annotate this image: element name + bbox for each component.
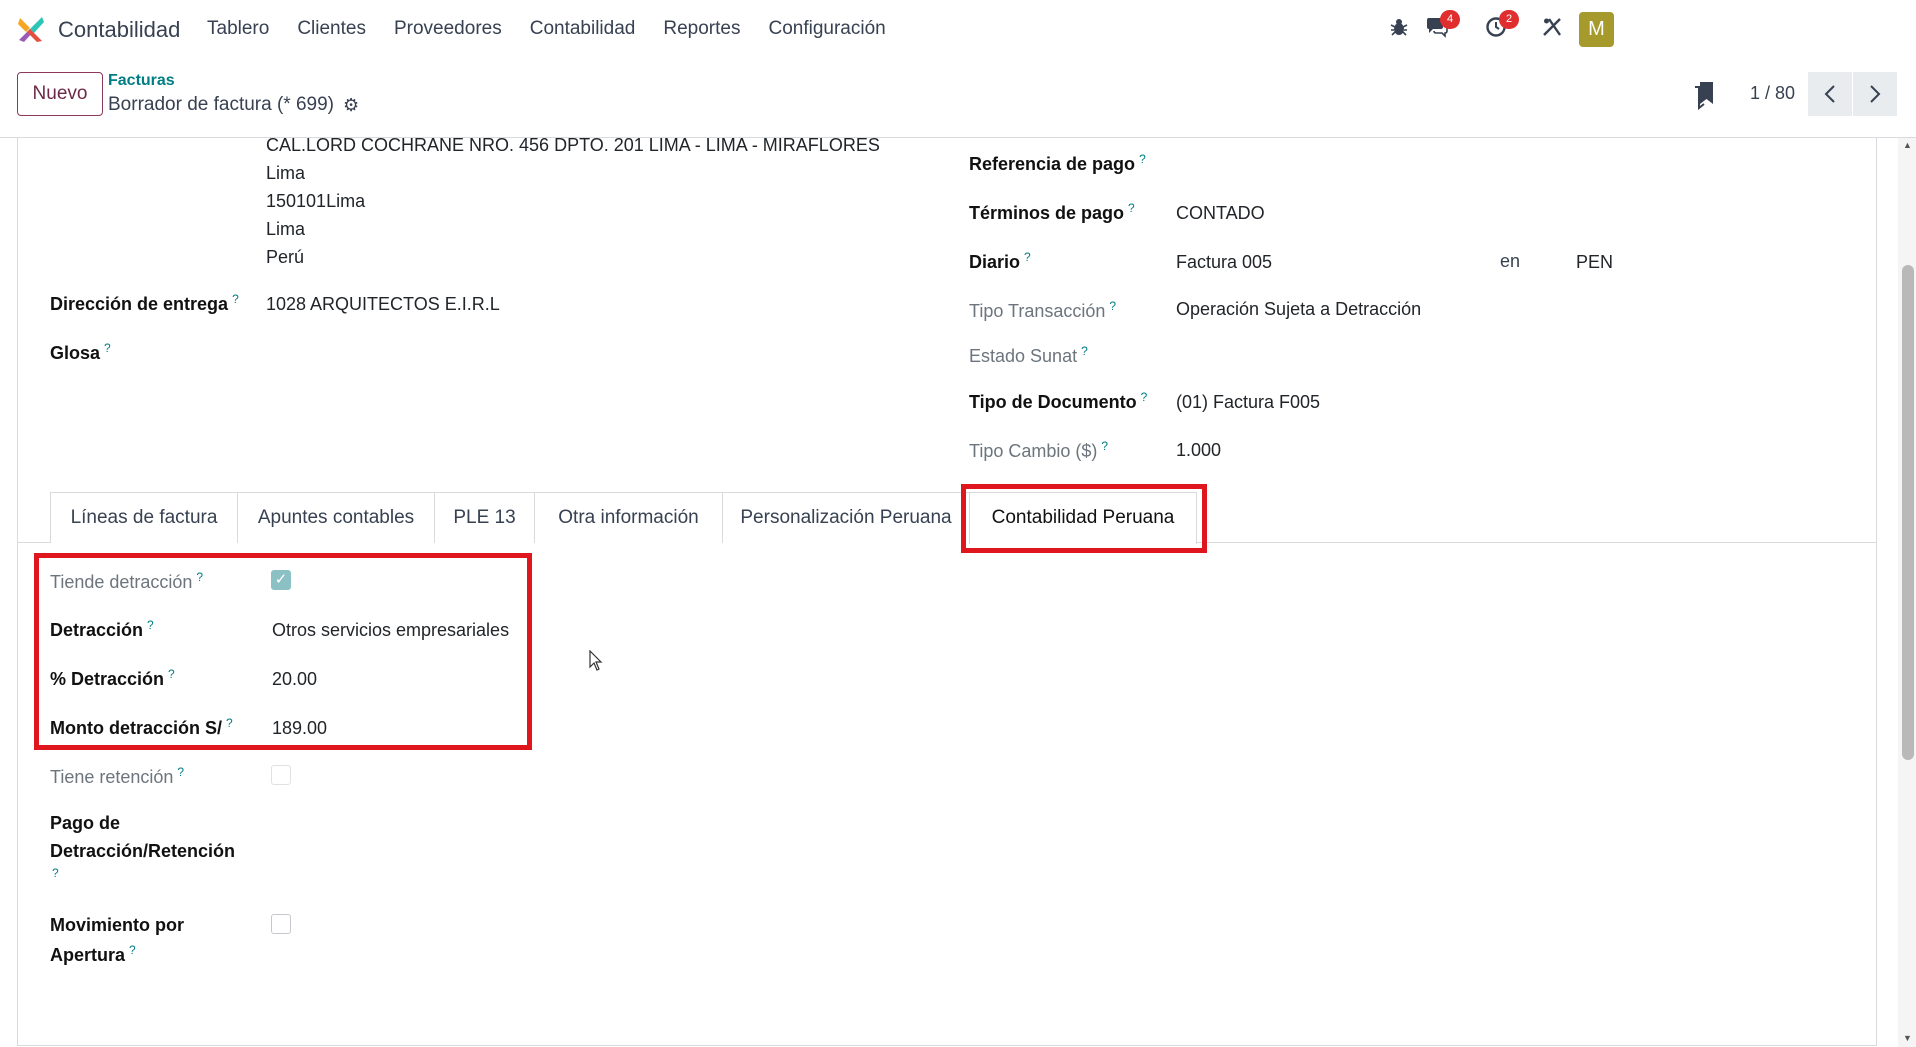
payment-detraction-label-line2: Detracción/Retención — [50, 841, 236, 861]
delivery-address-value[interactable]: 1028 ARQUITECTOS E.I.R.L — [266, 294, 500, 315]
detraction-highlight-box — [34, 553, 532, 750]
accounting-app-logo[interactable] — [16, 14, 46, 44]
address-line-country: Perú — [266, 247, 305, 267]
gear-icon[interactable]: ⚙ — [343, 95, 363, 115]
main-menu: Tablero Clientes Proveedores Contabilida… — [207, 18, 914, 40]
messages-badge: 4 — [1440, 10, 1460, 29]
pager-previous-chevron-left-icon[interactable] — [1808, 72, 1852, 116]
control-panel: Nuevo Facturas Borrador de factura (* 69… — [0, 58, 1916, 138]
debug-bug-icon[interactable] — [1386, 16, 1412, 42]
payment-reference-label: Referencia de pago? — [969, 152, 1146, 174]
transaction-type-value[interactable]: Operación Sujeta a Detracción — [1176, 299, 1421, 320]
exchange-rate-value[interactable]: 1.000 — [1176, 440, 1221, 461]
delivery-address-label: Dirección de entrega? — [50, 292, 239, 314]
address-line-city: Lima — [266, 163, 306, 183]
tab-highlight-box — [961, 484, 1207, 553]
menu-configuracion[interactable]: Configuración — [768, 18, 885, 40]
tools-icon[interactable] — [1539, 16, 1565, 42]
app-name[interactable]: Contabilidad — [58, 17, 180, 43]
messages-chat-icon[interactable]: 4 — [1424, 10, 1460, 42]
tab-personalizacion-peruana[interactable]: Personalización Peruana — [722, 492, 970, 543]
opening-move-label-line2: Apertura? — [50, 943, 136, 965]
journal-value[interactable]: Factura 005 — [1176, 252, 1272, 273]
tab-otra-informacion[interactable]: Otra información — [534, 492, 723, 543]
currency-value[interactable]: PEN — [1576, 252, 1613, 273]
glosa-label: Glosa? — [50, 341, 111, 363]
address-line-zip: 150101Lima — [266, 191, 366, 211]
bookmark-icon[interactable] — [1693, 80, 1715, 110]
breadcrumb-facturas[interactable]: Facturas — [108, 72, 175, 90]
scroll-down-arrow-icon[interactable]: ▼ — [1903, 1033, 1912, 1043]
activities-clock-icon[interactable]: 2 — [1483, 10, 1519, 42]
has-retention-label: Tiene retención? — [50, 765, 185, 787]
top-navbar: Contabilidad Tablero Clientes Proveedore… — [0, 0, 1916, 58]
pager-buttons — [1808, 72, 1897, 116]
tab-lineas-factura[interactable]: Líneas de factura — [50, 492, 238, 543]
payment-detraction-help-icon[interactable]: ? — [52, 866, 59, 880]
document-type-value[interactable]: (01) Factura F005 — [1176, 392, 1320, 413]
record-title: Borrador de factura (* 699) — [108, 94, 335, 115]
menu-clientes[interactable]: Clientes — [297, 18, 366, 40]
has-retention-checkbox[interactable] — [271, 765, 291, 785]
new-button[interactable]: Nuevo — [17, 72, 103, 116]
opening-move-checkbox[interactable] — [271, 914, 291, 934]
user-avatar[interactable]: M — [1579, 12, 1614, 47]
exchange-rate-label: Tipo Cambio ($)? — [969, 439, 1109, 461]
tab-apuntes-contables[interactable]: Apuntes contables — [237, 492, 435, 543]
menu-reportes[interactable]: Reportes — [663, 18, 740, 40]
tab-ple-13[interactable]: PLE 13 — [434, 492, 535, 543]
menu-proveedores[interactable]: Proveedores — [394, 18, 502, 40]
sunat-state-label: Estado Sunat? — [969, 344, 1088, 366]
menu-tablero[interactable]: Tablero — [207, 18, 269, 40]
currency-connector: en — [1500, 251, 1521, 271]
transaction-type-label: Tipo Transacción? — [969, 299, 1117, 321]
address-line-state: Lima — [266, 219, 306, 239]
payment-detraction-label-line1: Pago de — [50, 813, 121, 833]
opening-move-label-line1: Movimiento por — [50, 915, 184, 935]
pager-value[interactable]: 1 / 80 — [1750, 83, 1795, 104]
payment-terms-value[interactable]: CONTADO — [1176, 203, 1265, 224]
journal-label: Diario? — [969, 250, 1031, 272]
address-line-street: CAL.LORD COCHRANE NRO. 456 DPTO. 201 LIM… — [266, 135, 880, 155]
mouse-cursor-icon — [589, 650, 603, 671]
document-type-label: Tipo de Documento? — [969, 390, 1148, 412]
activities-badge: 2 — [1499, 10, 1519, 29]
scroll-up-arrow-icon[interactable]: ▲ — [1903, 140, 1912, 150]
pager-next-chevron-right-icon[interactable] — [1853, 72, 1897, 116]
payment-terms-label: Términos de pago? — [969, 201, 1135, 223]
menu-contabilidad[interactable]: Contabilidad — [530, 18, 636, 40]
scrollbar-thumb[interactable] — [1902, 265, 1914, 760]
